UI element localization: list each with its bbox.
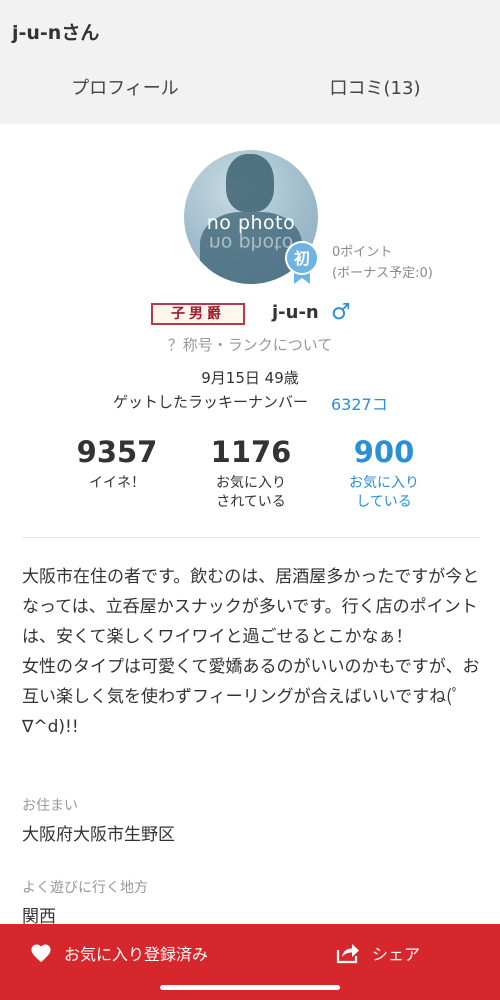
favorited-count: 1176 (210, 435, 292, 469)
favorites-label-line1[interactable]: お気に入り (309, 474, 459, 493)
bonus-points: (ボーナス予定:0) (332, 266, 433, 281)
tab-profile[interactable]: プロフィール (0, 62, 250, 124)
stat-favorites-link[interactable]: 900 お気に入り している (309, 432, 459, 512)
stat-favorited: 1176 お気に入り されている (176, 432, 326, 512)
favorite-button[interactable]: お気に入り登録済み (30, 938, 208, 968)
heart-icon (31, 944, 51, 963)
favorite-button-label: お気に入り登録済み (64, 945, 209, 964)
username: j-u-n (272, 302, 319, 323)
residence-value: 大阪府大阪市生野区 (22, 825, 175, 845)
favorited-label-line2: されている (216, 494, 286, 510)
area-label: よく遊びに行く地方 (22, 880, 148, 896)
points-info: 0ポイント (ボーナス予定:0) (332, 242, 433, 284)
profile-content: no photo no photo 初 0ポイント (ボーナス予定:0) 子男爵… (0, 124, 500, 927)
first-badge-text: 初 (294, 249, 310, 268)
bio-text: 大阪市在住の者です。飲むのは、居酒屋多かったですが今となっては、立呑屋かスナック… (22, 567, 480, 737)
share-button[interactable]: シェア (336, 938, 420, 968)
title-rank-badge: 子男爵 (151, 303, 245, 325)
bottom-action-bar: お気に入り登録済み シェア (0, 924, 500, 1000)
lucky-number-label: ゲットしたラッキーナンバー (113, 393, 309, 411)
stat-likes: 9357 イイネ！ (42, 432, 192, 493)
favorited-label-line1: お気に入り (216, 475, 286, 491)
first-timer-badge-icon: 初 (285, 241, 319, 284)
page-title: j-u-nさん (12, 22, 100, 44)
points-value: 0ポイント (332, 245, 393, 260)
likes-count: 9357 (76, 435, 158, 469)
birthday-age: 9月15日 49歳 (201, 369, 299, 387)
tab-reviews[interactable]: 口コミ(13) (250, 62, 500, 124)
header: j-u-nさん (0, 0, 500, 62)
share-icon (336, 944, 359, 964)
avatar-silhouette-head (226, 154, 274, 212)
favorites-count[interactable]: 900 (309, 432, 459, 472)
male-icon: ♂ (331, 300, 351, 325)
tab-bar: プロフィール 口コミ(13) (0, 62, 500, 184)
likes-label: イイネ！ (89, 475, 145, 491)
rank-info-link[interactable]: ？称号・ランクについて (0, 334, 500, 355)
lucky-number-value[interactable]: 6327コ (331, 391, 388, 415)
section-divider (22, 537, 480, 538)
favorites-label-line2[interactable]: している (309, 493, 459, 512)
home-indicator (160, 985, 340, 990)
share-button-label: シェア (372, 945, 421, 964)
avatar-placeholder-text: no photo (206, 212, 296, 234)
residence-label: お住まい (22, 798, 78, 814)
